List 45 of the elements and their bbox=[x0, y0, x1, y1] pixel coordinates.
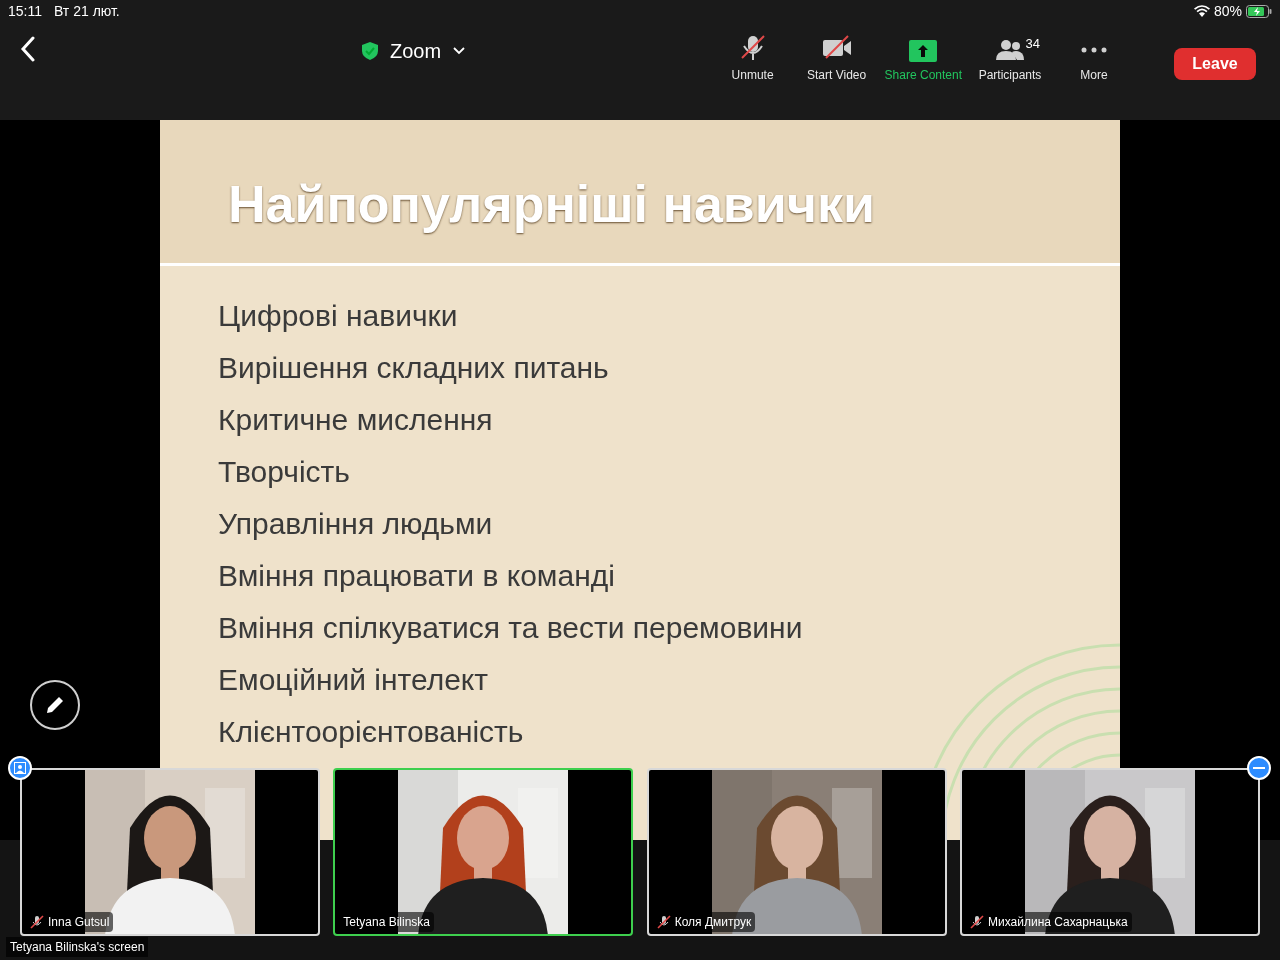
toolbar-button[interactable]: More bbox=[1058, 38, 1130, 84]
person-frame-icon bbox=[14, 762, 26, 774]
participant-name: Коля Дмитрук bbox=[674, 914, 752, 931]
video-tile[interactable]: Inna Gutsul bbox=[20, 768, 320, 936]
leave-button[interactable]: Leave bbox=[1174, 48, 1256, 80]
participant-name: Inna Gutsul bbox=[48, 914, 110, 931]
pencil-icon bbox=[45, 695, 65, 715]
slide-bullet-text: Емоційний інтелект bbox=[218, 662, 490, 698]
toolbar-button[interactable]: 34 Participants bbox=[974, 38, 1046, 84]
more-icon bbox=[1081, 47, 1107, 53]
slide-bullet-text: Вирішення складних питань bbox=[218, 350, 610, 386]
share-icon bbox=[909, 40, 938, 62]
slide-bullet-text: Вміння працювати в команді bbox=[218, 558, 616, 594]
toolbar-button[interactable]: Unmute bbox=[716, 34, 789, 84]
participant-count: 34 bbox=[1025, 35, 1040, 53]
people-icon bbox=[995, 38, 1025, 62]
share-caption: Tetyana Bilinska's screen bbox=[6, 937, 149, 957]
muted-microphone-icon bbox=[30, 915, 44, 929]
battery-percent: 80% bbox=[1213, 1, 1242, 21]
status-date: Вт 21 лют. bbox=[54, 1, 120, 21]
meeting-title-dropdown[interactable]: Zoom bbox=[362, 36, 466, 66]
slide-title: Найпопулярніші навички bbox=[160, 120, 1120, 263]
participant-name: Михайлина Сахарнацька bbox=[988, 914, 1128, 931]
annotate-button[interactable] bbox=[30, 680, 80, 730]
video-tile[interactable]: Tetyana Bilinska bbox=[333, 768, 634, 936]
status-time: 15:11 bbox=[8, 1, 42, 21]
shield-check-icon bbox=[362, 42, 378, 60]
slide-bullet-text: Творчість bbox=[218, 454, 351, 490]
toolbar-button[interactable]: Share Content bbox=[884, 40, 962, 84]
participant-name: Tetyana Bilinska bbox=[343, 914, 431, 931]
slide-bullet-text: Цифрові навички bbox=[218, 298, 459, 334]
slide-bullet-text: Клієнтоорієнтованість bbox=[218, 714, 525, 750]
video-tile[interactable]: Коля Дмитрук bbox=[646, 768, 947, 936]
minus-icon bbox=[1253, 767, 1265, 769]
muted-microphone-icon bbox=[656, 915, 671, 929]
video-tile[interactable]: Михайлина Сахарнацька bbox=[960, 768, 1260, 936]
slide-bullet-text: Вміння спілкуватися та вести перемовини bbox=[218, 610, 804, 646]
chevron-left-icon bbox=[20, 36, 36, 62]
slide-bullet-text: Критичне мислення bbox=[218, 402, 494, 438]
slide-bullet-text: Управління людьми bbox=[218, 506, 494, 542]
chevron-down-icon bbox=[453, 47, 466, 55]
battery-icon bbox=[1246, 4, 1272, 18]
toolbar-button[interactable]: Start Video bbox=[800, 34, 873, 84]
wifi-icon bbox=[1193, 5, 1210, 17]
muted-microphone-icon bbox=[970, 915, 984, 929]
